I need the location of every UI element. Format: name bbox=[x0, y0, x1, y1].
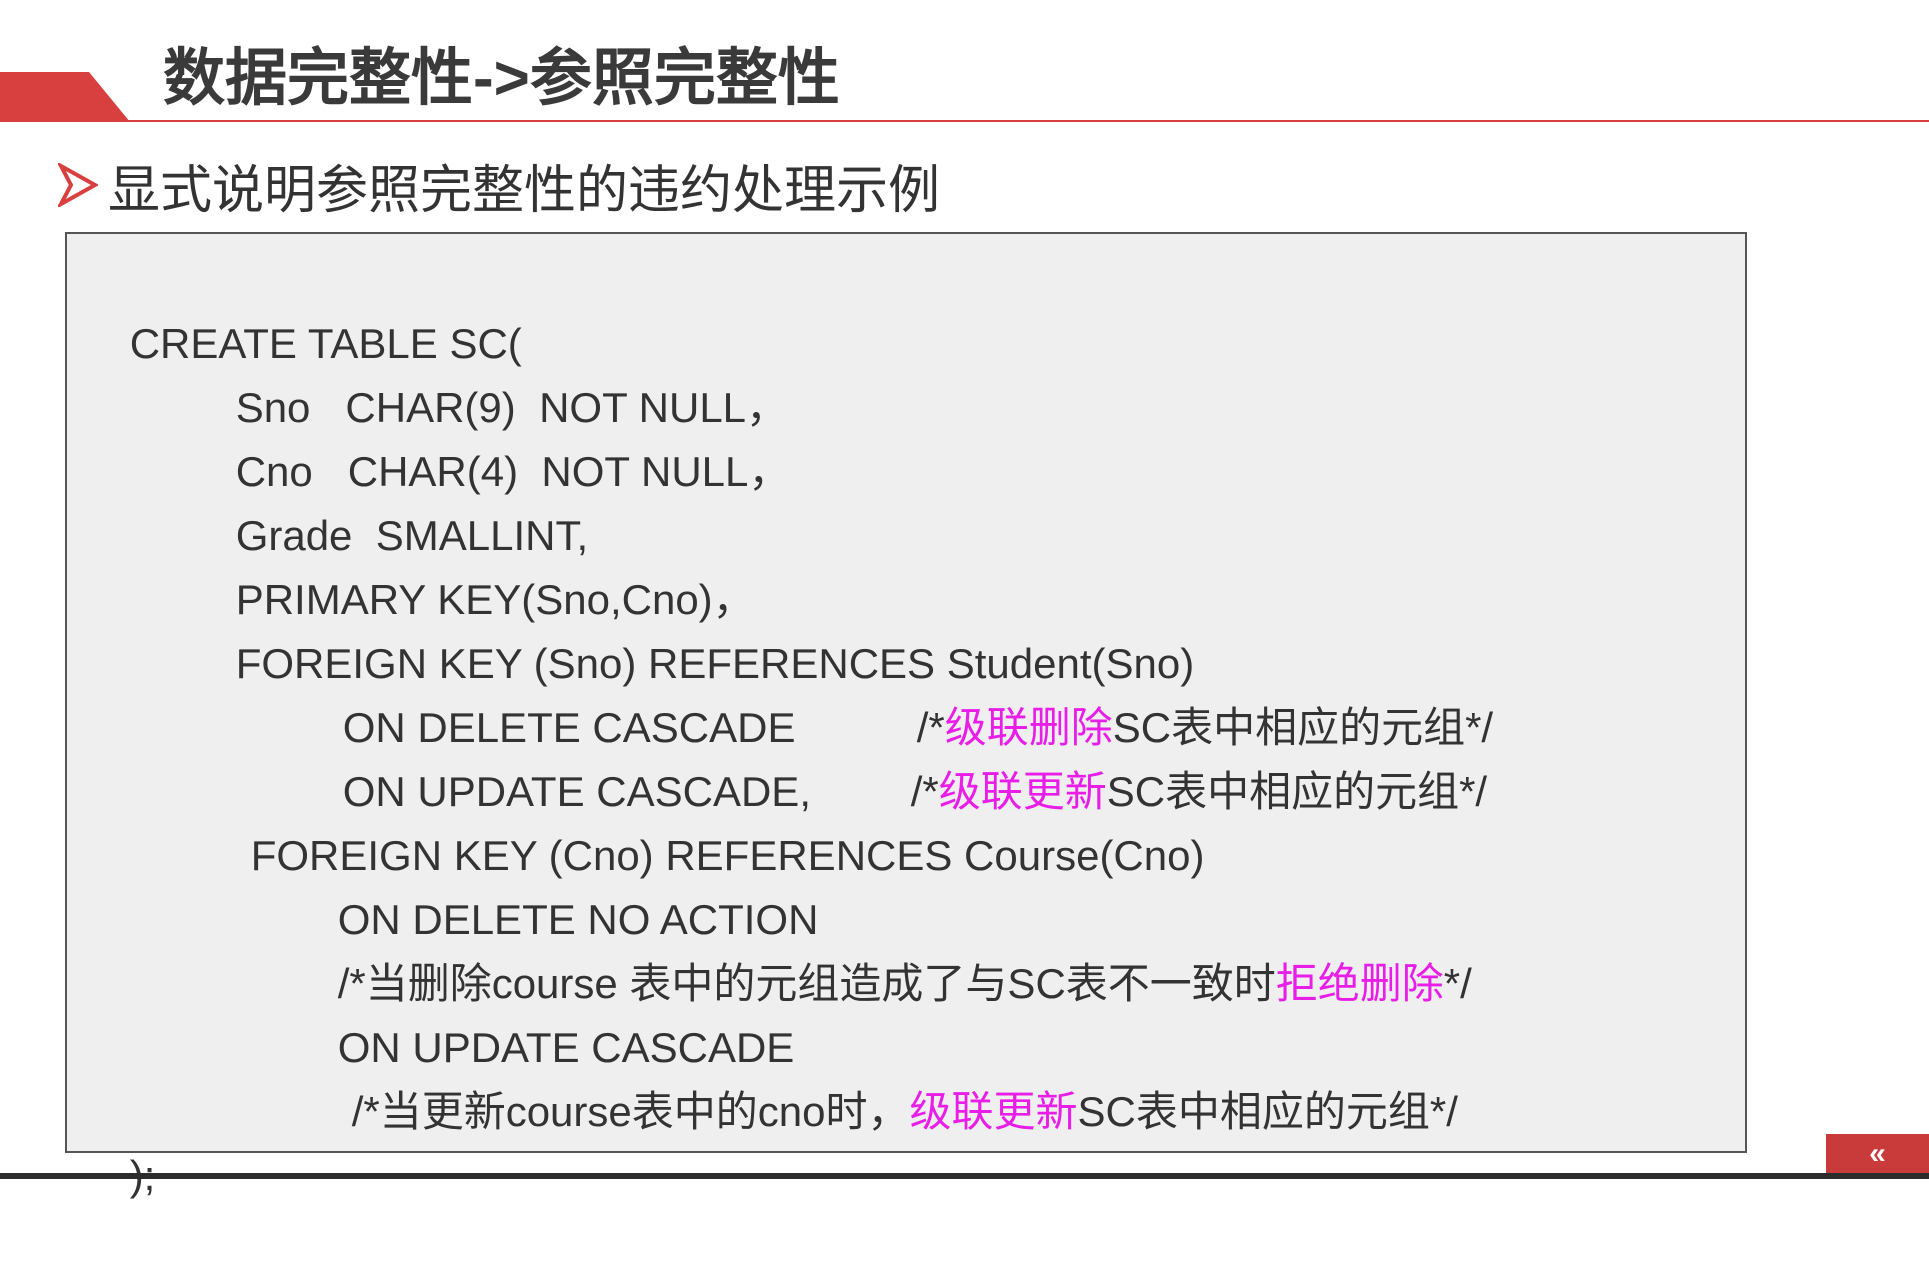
code-line-on-delete-no-action: ON DELETE NO ACTION bbox=[291, 830, 819, 943]
highlight-text: 拒绝删除 bbox=[1275, 960, 1444, 1007]
code-line-cno-column: Cno CHAR(4) NOT NULL， bbox=[189, 382, 791, 495]
header-divider-line bbox=[0, 120, 1929, 122]
code-line-fk-course: FOREIGN KEY (Cno) REFERENCES Course(Cno) bbox=[204, 766, 1205, 879]
comment-cascade-update: /*当更新course表中的cno时，级联更新SC表中相应的元组*/ bbox=[305, 1022, 1458, 1135]
comment-text: */ bbox=[1443, 960, 1472, 1007]
subtitle-row: 显式说明参照完整性的违约处理示例 bbox=[58, 152, 940, 220]
code-line-close-paren: ); bbox=[83, 1086, 156, 1199]
page-title: 数据完整性->参照完整性 bbox=[163, 44, 840, 113]
comment-delete-cascade: /*级联删除SC表中相应的元组*/ bbox=[870, 638, 1493, 751]
right-triangle-arrow-icon bbox=[58, 163, 98, 207]
subtitle-text: 显式说明参照完整性的违约处理示例 bbox=[108, 161, 941, 220]
double-chevron-left-icon: « bbox=[1869, 1136, 1886, 1170]
code-line-grade-column: Grade SMALLINT, bbox=[189, 446, 588, 559]
highlight-text: 级联更新 bbox=[909, 1088, 1078, 1135]
comment-text: SC表中相应的元组*/ bbox=[1077, 1088, 1458, 1135]
code-line-fk-student: FOREIGN KEY (Sno) REFERENCES Student(Sno… bbox=[189, 574, 1195, 687]
sql-code-block: CREATE TABLE SC( Sno CHAR(9) NOT NULL， C… bbox=[65, 232, 1747, 1199]
comment-reject-delete: /*当删除course 表中的元组造成了与SC表不一致时拒绝删除*/ bbox=[291, 894, 1472, 1007]
code-line-sno-column: Sno CHAR(9) NOT NULL， bbox=[189, 318, 788, 431]
code-line-on-update-cascade-2: ON UPDATE CASCADE bbox=[291, 958, 795, 1071]
comment-text: /*当更新course表中的cno时， bbox=[351, 1088, 910, 1135]
header-accent-shape bbox=[0, 72, 130, 122]
code-line-on-delete-cascade: ON DELETE CASCADE bbox=[296, 638, 796, 751]
code-line-primary-key: PRIMARY KEY(Sno,Cno)， bbox=[189, 510, 755, 623]
comment-update-cascade: /*级联更新SC表中相应的元组*/ bbox=[864, 702, 1487, 815]
code-line-on-update-cascade: ON UPDATE CASCADE, bbox=[296, 702, 811, 815]
code-line-create-table: CREATE TABLE SC( bbox=[83, 254, 522, 367]
bottom-bar bbox=[0, 1173, 1929, 1179]
previous-slide-button[interactable]: « bbox=[1826, 1134, 1929, 1173]
